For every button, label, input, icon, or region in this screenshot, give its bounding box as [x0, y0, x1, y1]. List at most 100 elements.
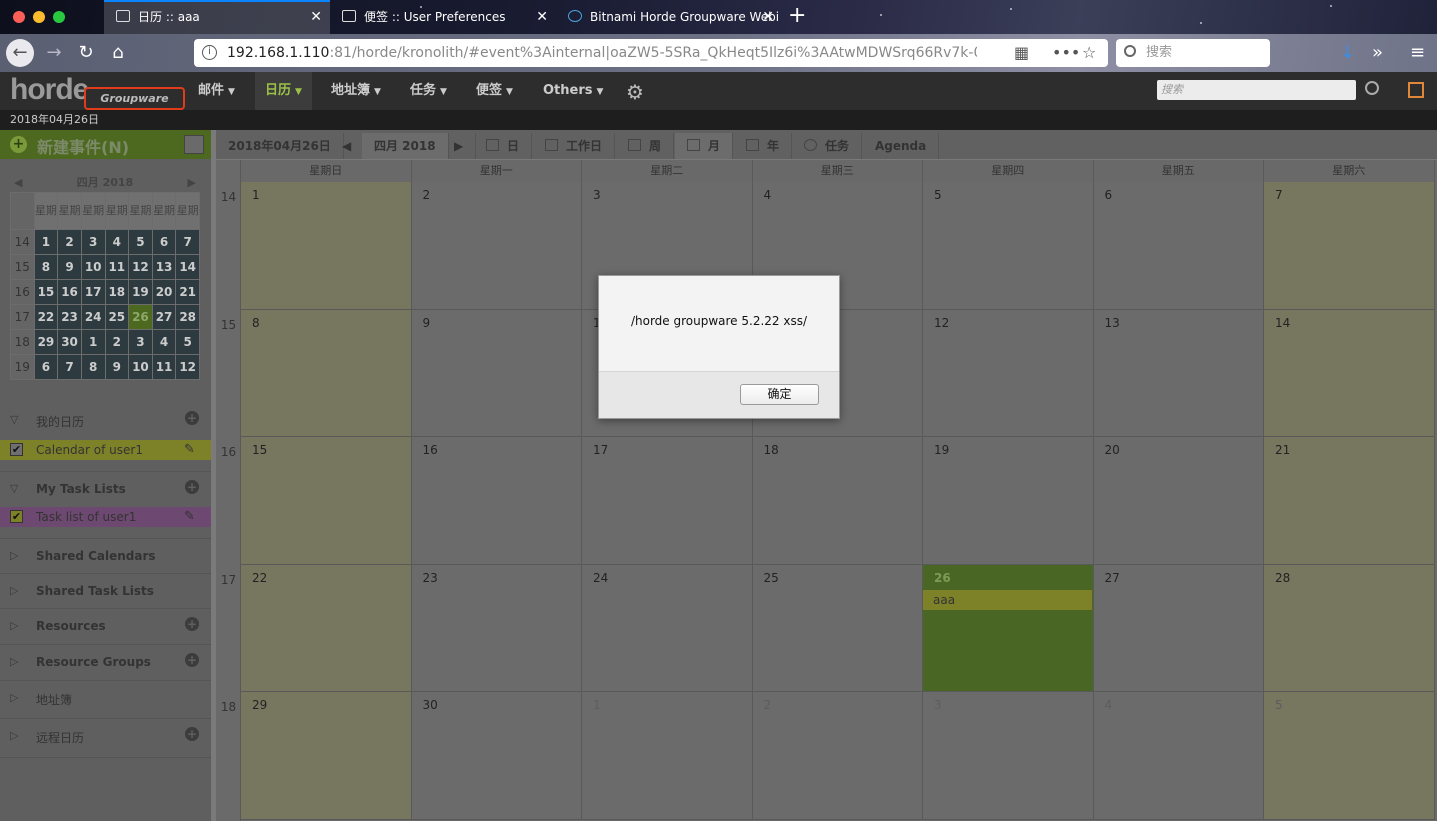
- search-icon[interactable]: [1365, 81, 1379, 95]
- mini-day[interactable]: 4: [151, 329, 177, 355]
- day-cell[interactable]: 28: [1264, 564, 1435, 692]
- home-button[interactable]: ⌂: [104, 39, 132, 67]
- edit-pencil-icon[interactable]: ✎: [184, 442, 195, 457]
- day-cell[interactable]: 20: [1093, 437, 1264, 565]
- next-arrow-icon[interactable]: ▶: [442, 133, 477, 159]
- mini-day[interactable]: 1: [33, 229, 59, 255]
- expand-triangle-icon[interactable]: ▷: [10, 655, 18, 668]
- mini-day[interactable]: 3: [80, 229, 106, 255]
- url-bar[interactable]: i 192.168.1.110:81/horde/kronolith/#even…: [194, 39, 1108, 67]
- menu-tasks[interactable]: 任务 ▼: [400, 72, 457, 110]
- mini-day[interactable]: 23: [57, 304, 82, 330]
- mini-calendar-month[interactable]: 四月 2018: [77, 176, 133, 189]
- mini-day[interactable]: 5: [175, 329, 200, 355]
- horde-logo[interactable]: horde: [10, 73, 89, 107]
- day-cell[interactable]: 18: [752, 437, 923, 565]
- mini-week-number[interactable]: 18: [10, 329, 35, 355]
- mini-week-number[interactable]: 14: [10, 229, 35, 255]
- mini-day[interactable]: 22: [33, 304, 59, 330]
- mini-day[interactable]: 15: [33, 279, 59, 305]
- day-cell[interactable]: 12: [923, 309, 1094, 437]
- checkbox-checked-icon[interactable]: ✔: [10, 510, 23, 523]
- day-cell[interactable]: 2: [411, 182, 582, 310]
- mini-day[interactable]: 6: [151, 229, 177, 255]
- mini-day[interactable]: 10: [80, 254, 106, 280]
- mini-day[interactable]: 4: [104, 229, 130, 255]
- day-cell[interactable]: 17: [582, 437, 753, 565]
- day-cell[interactable]: 29: [241, 692, 412, 820]
- toolbar-month[interactable]: 四月 2018: [362, 133, 449, 159]
- mini-day[interactable]: 19: [128, 279, 153, 305]
- expand-triangle-icon[interactable]: ▷: [10, 691, 18, 704]
- edit-pencil-icon[interactable]: ✎: [184, 509, 195, 524]
- mini-day[interactable]: 6: [33, 354, 59, 380]
- hamburger-menu-icon[interactable]: ≡: [1410, 42, 1425, 63]
- shared-task-lists-section[interactable]: ▷ Shared Task Lists: [0, 573, 211, 607]
- logout-icon[interactable]: [1408, 82, 1424, 98]
- my-task-lists-section[interactable]: ▽ My Task Lists +: [0, 471, 211, 505]
- close-tab-icon[interactable]: ✕: [310, 2, 322, 32]
- minimize-window-button[interactable]: [33, 11, 45, 23]
- overflow-menu-icon[interactable]: »: [1372, 42, 1383, 63]
- mini-day[interactable]: 8: [80, 354, 106, 380]
- new-tab-button[interactable]: +: [788, 4, 806, 28]
- add-calendar-icon[interactable]: +: [185, 411, 199, 425]
- menu-notes[interactable]: 便签 ▼: [466, 72, 523, 110]
- toolbar-date[interactable]: 2018年04月26日: [216, 133, 344, 159]
- day-cell[interactable]: 14: [1264, 309, 1435, 437]
- mini-day[interactable]: 11: [151, 354, 177, 380]
- mini-day[interactable]: 29: [33, 329, 59, 355]
- mini-day[interactable]: 16: [57, 279, 82, 305]
- view-month-button[interactable]: 月: [675, 133, 734, 159]
- qr-code-icon[interactable]: ▦: [1014, 43, 1029, 62]
- tab-preferences[interactable]: 便签 :: User Preferences ✕: [330, 0, 556, 34]
- menu-others[interactable]: Others ▼: [533, 72, 613, 110]
- week-number[interactable]: 15: [216, 318, 241, 332]
- mini-day[interactable]: 7: [175, 229, 200, 255]
- week-number[interactable]: 14: [216, 190, 241, 204]
- mini-day[interactable]: 1: [80, 329, 106, 355]
- mini-week-number[interactable]: 16: [10, 279, 35, 305]
- view-tasks-button[interactable]: 任务: [792, 133, 863, 159]
- add-remote-calendar-icon[interactable]: +: [185, 727, 199, 741]
- mini-day[interactable]: 5: [128, 229, 153, 255]
- info-icon[interactable]: i: [202, 45, 217, 60]
- day-cell[interactable]: 22: [241, 564, 412, 692]
- day-cell[interactable]: 5: [1264, 692, 1435, 820]
- mini-day[interactable]: 20: [151, 279, 177, 305]
- mini-day[interactable]: 14: [175, 254, 200, 280]
- back-button[interactable]: ←: [6, 39, 34, 67]
- new-event-button[interactable]: + 新建事件(N): [0, 130, 211, 159]
- mini-day[interactable]: 17: [80, 279, 106, 305]
- mini-day[interactable]: 7: [57, 354, 82, 380]
- mini-day[interactable]: 27: [151, 304, 177, 330]
- more-actions-icon[interactable]: •••: [1052, 43, 1080, 62]
- day-cell[interactable]: 5: [923, 182, 1094, 310]
- day-cell[interactable]: 16: [411, 437, 582, 565]
- gear-icon[interactable]: ⚙: [626, 80, 644, 104]
- task-list-entry[interactable]: ✔ Task list of user1 ✎: [0, 507, 211, 527]
- tab-calendar[interactable]: 日历 :: aaa ✕: [104, 0, 330, 34]
- mini-day[interactable]: 2: [104, 329, 130, 355]
- resource-groups-section[interactable]: ▷ Resource Groups +: [0, 644, 211, 678]
- day-cell[interactable]: 8: [241, 309, 412, 437]
- ok-button[interactable]: 确定: [740, 384, 819, 405]
- day-cell[interactable]: 23: [411, 564, 582, 692]
- day-cell[interactable]: 9: [411, 309, 582, 437]
- day-cell[interactable]: 30: [411, 692, 582, 820]
- menu-address-book[interactable]: 地址簿 ▼: [321, 72, 391, 110]
- shared-calendars-section[interactable]: ▷ Shared Calendars: [0, 538, 211, 572]
- day-cell[interactable]: 15: [241, 437, 412, 565]
- mini-day[interactable]: 18: [104, 279, 130, 305]
- prev-arrow-icon[interactable]: ◀: [330, 133, 365, 159]
- day-cell[interactable]: 21: [1264, 437, 1435, 565]
- menu-mail[interactable]: 邮件 ▼: [188, 72, 245, 110]
- browser-search-input[interactable]: 搜索: [1116, 39, 1270, 67]
- mini-day[interactable]: 25: [104, 304, 130, 330]
- bookmark-star-icon[interactable]: ☆: [1082, 43, 1096, 62]
- mini-day[interactable]: 12: [175, 354, 200, 380]
- day-cell[interactable]: 19: [923, 437, 1094, 565]
- collapse-triangle-icon[interactable]: ▽: [10, 482, 18, 495]
- mini-day[interactable]: 11: [104, 254, 130, 280]
- mini-day[interactable]: 26: [128, 304, 153, 330]
